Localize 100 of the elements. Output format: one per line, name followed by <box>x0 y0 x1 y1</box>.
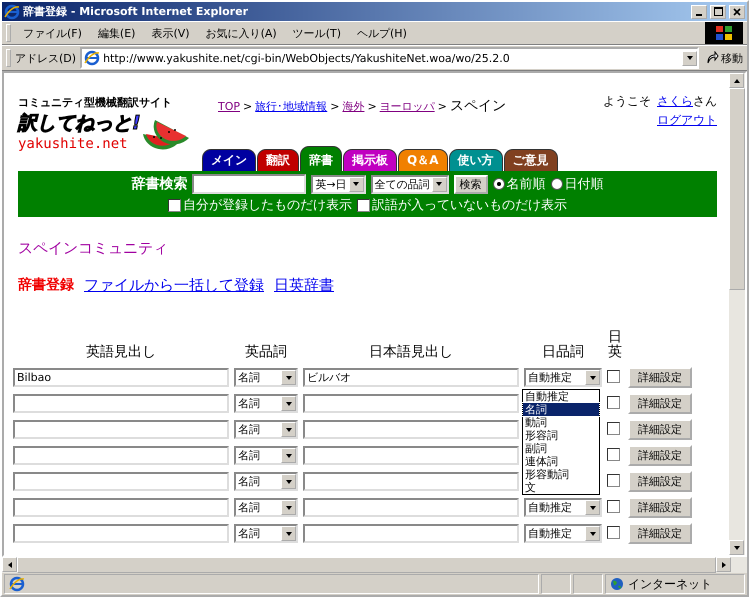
scroll-down-icon[interactable] <box>729 540 744 555</box>
checkbox[interactable] <box>607 370 620 383</box>
scroll-left-icon[interactable] <box>2 557 17 572</box>
pos-select[interactable]: 自動推定 <box>524 368 602 388</box>
site-tagline: コミュニティ型機械翻訳サイト <box>18 95 173 110</box>
direction-select[interactable]: 英→日 <box>311 174 366 194</box>
details-button[interactable]: 詳細設定 <box>628 445 692 466</box>
checkbox[interactable] <box>607 526 620 539</box>
checkbox-label: 自分が登録したものだけ表示 <box>183 197 352 214</box>
checkbox[interactable] <box>607 448 620 461</box>
maximize-icon <box>714 7 722 16</box>
english-field[interactable] <box>13 394 229 414</box>
pos-select[interactable]: 名詞 <box>234 524 298 544</box>
maximize-button[interactable] <box>710 4 726 18</box>
greeting-text: ようこそ <box>603 93 651 110</box>
english-field[interactable] <box>13 472 229 492</box>
vertical-scrollbar[interactable] <box>729 73 745 555</box>
nav-tab[interactable]: 使い方 <box>448 149 502 171</box>
details-button[interactable]: 詳細設定 <box>628 471 692 492</box>
menu-item[interactable]: ファイル(F) <box>15 26 90 40</box>
radio-button[interactable] <box>550 178 563 190</box>
breadcrumb-separator: > <box>367 100 377 113</box>
pos-select[interactable]: 名詞 <box>234 446 298 466</box>
pos-select[interactable]: 全ての品詞 <box>370 174 449 194</box>
nav-link[interactable]: ファイルから一括して登録 <box>84 276 264 295</box>
address-field[interactable]: http://www.yakushite.net/cgi-bin/WebObjects/YakushiteNet.woa/wo/25.2.0 <box>80 47 699 69</box>
menu-item[interactable]: ヘルプ(H) <box>349 26 415 40</box>
site-domain: yakushite.net <box>18 136 129 152</box>
details-button[interactable]: 詳細設定 <box>628 523 692 544</box>
checkbox[interactable] <box>607 422 620 435</box>
user-link[interactable]: さくら <box>657 93 693 110</box>
menu-item[interactable]: ツール(T) <box>284 26 349 40</box>
details-button[interactable]: 詳細設定 <box>628 497 692 518</box>
nav-tab[interactable]: 掲示板 <box>343 149 397 171</box>
dropdown-option[interactable]: 連体詞 <box>523 455 599 468</box>
pos-select[interactable]: 名詞 <box>234 498 298 518</box>
checkbox[interactable] <box>168 198 181 212</box>
japanese-field[interactable] <box>303 446 519 466</box>
dropdown-option[interactable]: 形容詞 <box>523 429 599 442</box>
page-title: 辞書登録 <box>18 276 74 295</box>
details-button[interactable]: 詳細設定 <box>628 367 692 388</box>
breadcrumb-link[interactable]: 旅行･地域情報 <box>255 99 328 114</box>
dropdown-option[interactable]: 名詞 <box>523 403 599 416</box>
search-button[interactable]: 検索 <box>454 174 488 194</box>
pos-select[interactable]: 名詞 <box>234 472 298 492</box>
checkbox[interactable] <box>607 474 620 487</box>
column-header: 日英 <box>608 330 622 361</box>
japanese-field[interactable] <box>303 524 519 544</box>
breadcrumb-link[interactable]: TOP <box>218 100 240 113</box>
minimize-button[interactable] <box>691 4 707 18</box>
japanese-field[interactable] <box>303 420 519 440</box>
nav-tab[interactable]: ご意見 <box>504 149 558 171</box>
nav-tab[interactable]: 辞書 <box>300 146 342 171</box>
breadcrumb-link[interactable]: ヨーロッパ <box>380 99 435 114</box>
radio-label: 日付順 <box>564 176 604 193</box>
checkbox[interactable] <box>357 198 370 212</box>
details-button[interactable]: 詳細設定 <box>628 393 692 414</box>
pos-select[interactable]: 名詞 <box>234 368 298 388</box>
english-field[interactable]: Bilbao <box>13 368 229 388</box>
dropdown-option[interactable]: 文 <box>523 481 599 494</box>
breadcrumb-link[interactable]: 海外 <box>342 99 364 114</box>
breadcrumb-current: スペイン <box>450 97 506 115</box>
english-field[interactable] <box>13 446 229 466</box>
scroll-right-icon[interactable] <box>716 557 731 572</box>
close-button[interactable] <box>729 4 745 18</box>
breadcrumb-separator: > <box>438 100 447 113</box>
english-field[interactable] <box>13 524 229 544</box>
japanese-field[interactable] <box>303 472 519 492</box>
english-field[interactable] <box>13 420 229 440</box>
details-button[interactable]: 詳細設定 <box>628 419 692 440</box>
search-label: 辞書検索 <box>131 175 188 193</box>
nav-link[interactable]: 日英辞書 <box>274 276 334 295</box>
english-field[interactable] <box>13 498 229 518</box>
scroll-up-icon[interactable] <box>729 73 744 88</box>
nav-tab[interactable]: メイン <box>202 149 256 171</box>
pos-select[interactable]: 名詞 <box>234 420 298 440</box>
japanese-field[interactable] <box>303 498 519 518</box>
pos-select[interactable]: 名詞 <box>234 394 298 414</box>
menu-item[interactable]: 表示(V) <box>143 26 198 40</box>
breadcrumb-separator: > <box>330 100 340 113</box>
dropdown-option[interactable]: 自動推定 <box>523 390 599 403</box>
scroll-thumb[interactable] <box>729 88 745 290</box>
japanese-field[interactable]: ビルバオ <box>303 368 519 388</box>
dropdown-option[interactable]: 形容動詞 <box>523 468 599 481</box>
menu-item[interactable]: 編集(E) <box>90 26 144 40</box>
radio-button[interactable] <box>492 178 505 190</box>
search-field[interactable] <box>192 174 306 194</box>
pos-select[interactable]: 自動推定 <box>524 498 602 518</box>
status-panel <box>573 574 603 594</box>
nav-tab[interactable]: 翻訳 <box>257 149 299 171</box>
pos-select[interactable]: 自動推定 <box>524 524 602 544</box>
japanese-field[interactable] <box>303 394 519 414</box>
menu-item[interactable]: お気に入り(A) <box>198 26 285 40</box>
go-button[interactable]: 移動 <box>705 50 743 66</box>
dropdown-option[interactable]: 動詞 <box>523 416 599 429</box>
logout-link[interactable]: ログアウト <box>657 112 717 129</box>
close-icon <box>733 8 741 16</box>
checkbox[interactable] <box>607 500 620 513</box>
checkbox[interactable] <box>607 396 620 409</box>
dropdown-option[interactable]: 副詞 <box>523 442 599 455</box>
